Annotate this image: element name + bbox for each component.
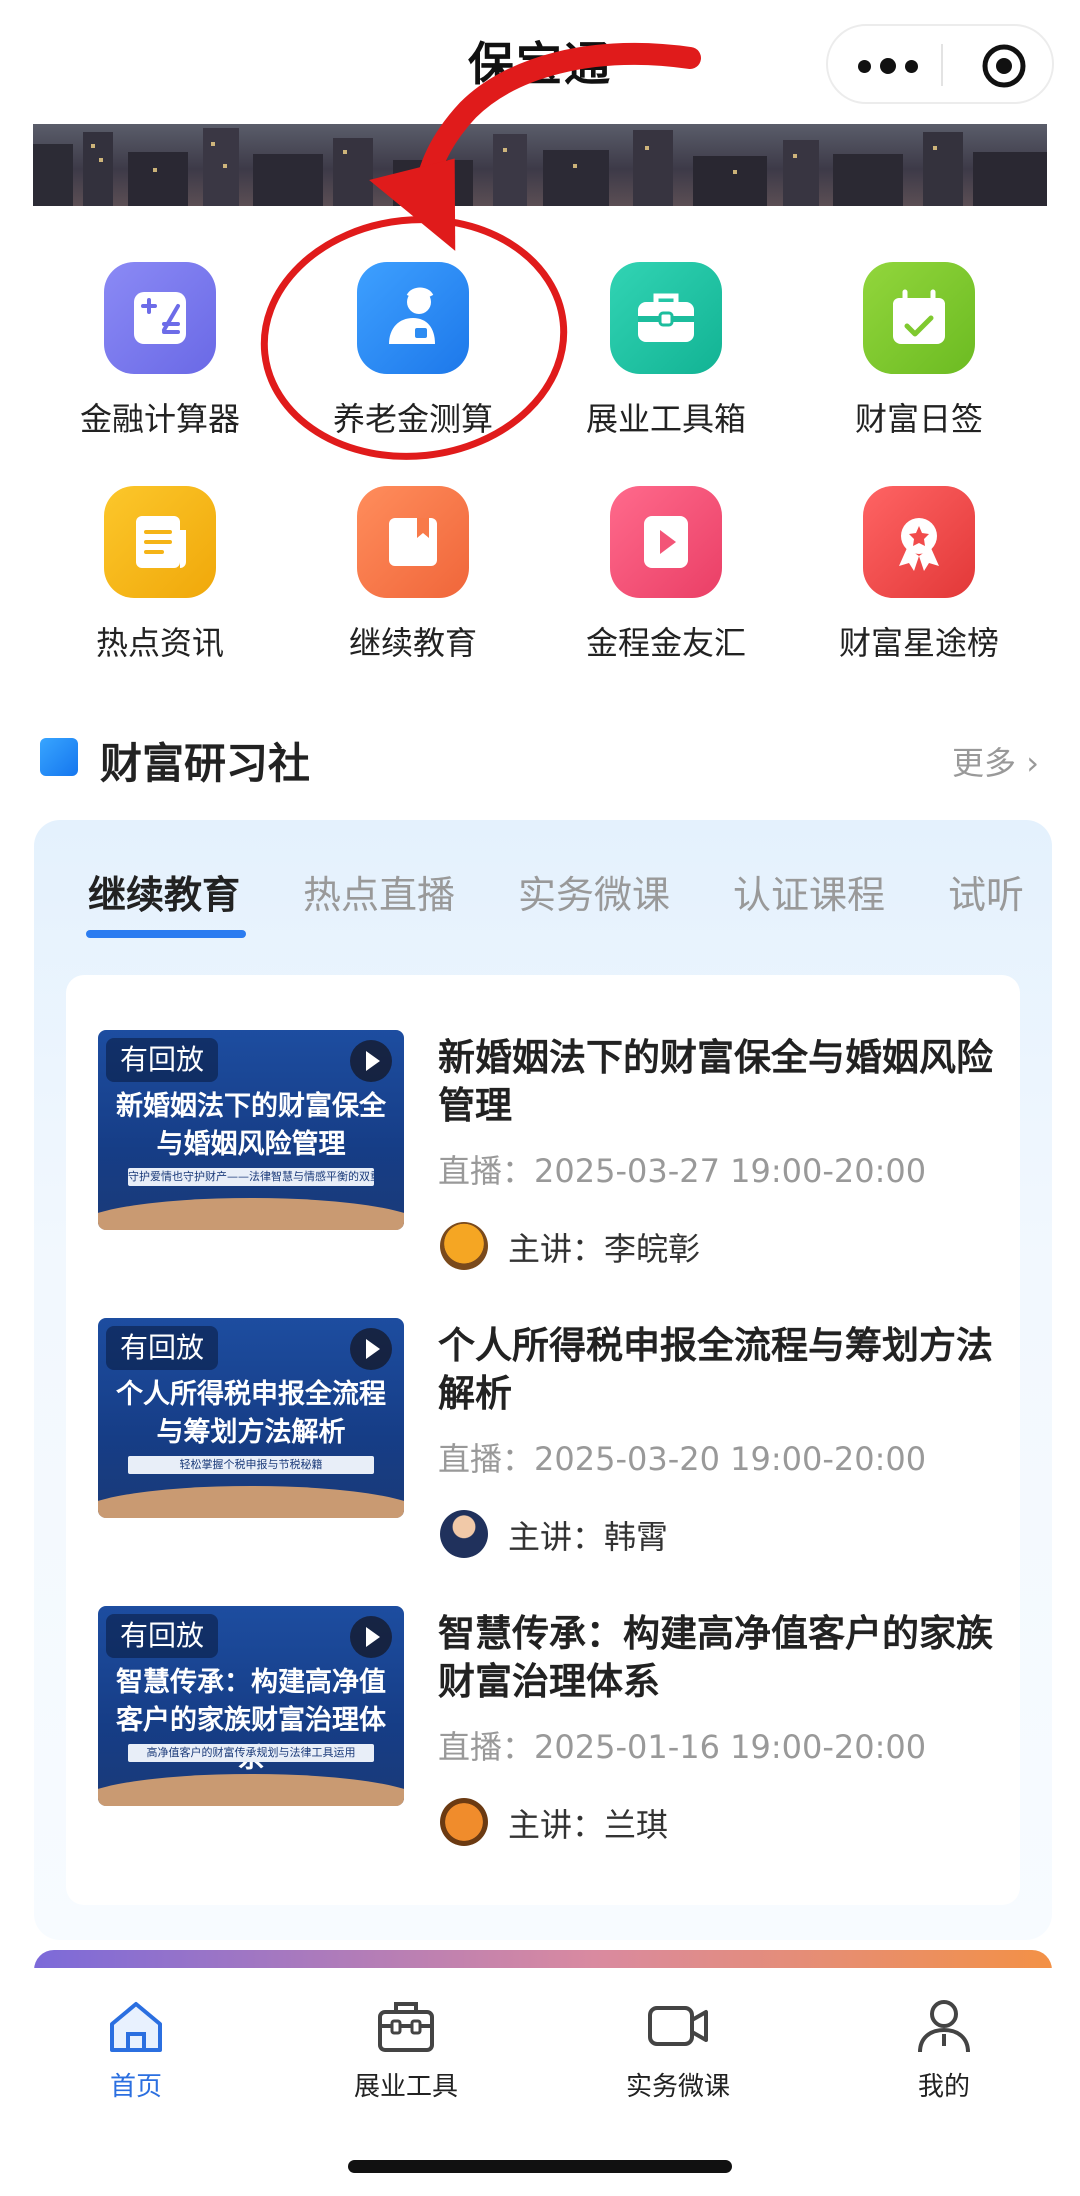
course-title: 智慧传承：构建高净值客户的家族财富治理体系 bbox=[438, 1612, 993, 1703]
grid-item-continuing-education[interactable]: 继续教育 bbox=[313, 486, 513, 664]
course-speaker: 主讲：兰琪 bbox=[508, 1806, 669, 1844]
grid-item-pension-calculation[interactable]: 养老金测算 bbox=[313, 262, 513, 440]
tab-certification-course[interactable]: 认证课程 bbox=[733, 864, 885, 919]
course-item[interactable]: 有回放 新婚姻法下的财富保全与婚姻风险管理 守护爱情也守护财产——法律智慧与情感… bbox=[98, 1030, 993, 1280]
tab-practice-microcourse[interactable]: 实务微课 bbox=[518, 864, 670, 919]
toolbox-icon bbox=[610, 262, 722, 374]
nav-label: 我的 bbox=[917, 2072, 970, 2102]
play-icon bbox=[350, 1040, 392, 1082]
video-camera-icon bbox=[648, 2006, 708, 2046]
thumbnail-subtitle: 轻松掌握个税申报与节税秘籍 bbox=[128, 1456, 374, 1474]
grid-item-label: 展业工具箱 bbox=[585, 400, 746, 438]
more-label: 更多 bbox=[952, 744, 1017, 782]
course-speaker: 主讲：李皖彰 bbox=[508, 1230, 701, 1268]
grid-item-financial-calculator[interactable]: 金融计算器 bbox=[60, 262, 260, 440]
speaker-avatar bbox=[440, 1510, 488, 1558]
thumbnail-wave bbox=[98, 1774, 404, 1806]
replay-badge: 有回放 bbox=[106, 1038, 219, 1082]
grid-item-hot-news[interactable]: 热点资讯 bbox=[60, 486, 260, 664]
course-date: 直播：2025-03-20 19:00-20:00 bbox=[438, 1440, 927, 1478]
course-title: 新婚姻法下的财富保全与婚姻风险管理 bbox=[438, 1036, 993, 1127]
nav-mine[interactable]: 我的 bbox=[844, 1996, 1044, 2103]
nav-microcourse[interactable]: 实务微课 bbox=[578, 1996, 778, 2103]
speaker-avatar bbox=[440, 1798, 488, 1846]
capsule-divider bbox=[941, 44, 943, 86]
close-miniprogram-icon[interactable] bbox=[980, 42, 1028, 90]
grid-item-label: 继续教育 bbox=[348, 624, 477, 662]
play-icon bbox=[610, 486, 722, 598]
pension-person-icon bbox=[357, 262, 469, 374]
nav-label: 首页 bbox=[109, 2072, 162, 2102]
grid-item-toolbox[interactable]: 展业工具箱 bbox=[566, 262, 766, 440]
thumbnail-title: 个人所得税申报全流程与筹划方法解析 bbox=[116, 1379, 386, 1448]
more-link[interactable]: 更多 › bbox=[952, 738, 1039, 784]
nav-tools[interactable]: 展业工具 bbox=[306, 1996, 506, 2103]
grid-item-label: 金程金友汇 bbox=[585, 624, 746, 662]
course-date: 直播：2025-03-27 19:00-20:00 bbox=[438, 1152, 927, 1190]
tab-hot-live[interactable]: 热点直播 bbox=[303, 864, 455, 919]
speaker-avatar bbox=[440, 1222, 488, 1270]
calendar-check-icon bbox=[863, 262, 975, 374]
mini-program-capsule bbox=[826, 24, 1054, 104]
grid-item-label: 财富日签 bbox=[854, 400, 983, 438]
toolbox-icon bbox=[378, 2002, 434, 2052]
calculator-icon bbox=[104, 262, 216, 374]
home-icon bbox=[110, 2002, 162, 2052]
more-menu-icon[interactable] bbox=[858, 46, 918, 86]
award-ribbon-icon bbox=[863, 486, 975, 598]
thumbnail-subtitle: 守护爱情也守护财产——法律智慧与情感平衡的双重法则 bbox=[128, 1168, 374, 1186]
grid-item-label: 热点资讯 bbox=[95, 624, 224, 662]
grid-item-label: 财富星途榜 bbox=[838, 624, 999, 662]
course-thumbnail[interactable]: 有回放 智慧传承：构建高净值客户的家族财富治理体系 高净值客户的财富传承规划与法… bbox=[98, 1606, 404, 1806]
active-tab-indicator bbox=[86, 930, 246, 938]
nav-label: 展业工具 bbox=[353, 2072, 458, 2102]
news-icon bbox=[104, 486, 216, 598]
chevron-right-icon: › bbox=[1016, 744, 1039, 782]
nav-label: 实务微课 bbox=[625, 2072, 730, 2102]
book-icon bbox=[357, 486, 469, 598]
thumbnail-wave bbox=[98, 1486, 404, 1518]
play-icon bbox=[350, 1328, 392, 1370]
user-icon bbox=[918, 2000, 970, 2053]
play-icon bbox=[350, 1616, 392, 1658]
course-thumbnail[interactable]: 有回放 新婚姻法下的财富保全与婚姻风险管理 守护爱情也守护财产——法律智慧与情感… bbox=[98, 1030, 404, 1230]
grid-item-label: 养老金测算 bbox=[332, 400, 493, 438]
course-date: 直播：2025-01-16 19:00-20:00 bbox=[438, 1728, 927, 1766]
course-item[interactable]: 有回放 个人所得税申报全流程与筹划方法解析 轻松掌握个税申报与节税秘籍 个人所得… bbox=[98, 1318, 993, 1568]
thumbnail-title: 新婚姻法下的财富保全与婚姻风险管理 bbox=[116, 1091, 386, 1160]
replay-badge: 有回放 bbox=[106, 1326, 219, 1370]
banner-image[interactable] bbox=[33, 124, 1047, 206]
replay-badge: 有回放 bbox=[106, 1614, 219, 1658]
nav-home[interactable]: 首页 bbox=[36, 1996, 236, 2103]
grid-item-wealth-daily[interactable]: 财富日签 bbox=[819, 262, 1019, 440]
course-title: 个人所得税申报全流程与筹划方法解析 bbox=[438, 1324, 993, 1415]
section-title: 财富研习社 bbox=[100, 739, 311, 788]
city-skyline-image bbox=[33, 128, 1047, 206]
section-icon bbox=[40, 738, 78, 776]
grid-item-label: 金融计算器 bbox=[79, 400, 240, 438]
grid-item-wealth-ranking[interactable]: 财富星途榜 bbox=[819, 486, 1019, 664]
course-item[interactable]: 有回放 智慧传承：构建高净值客户的家族财富治理体系 高净值客户的财富传承规划与法… bbox=[98, 1606, 993, 1856]
home-indicator bbox=[348, 2160, 732, 2173]
tab-continuing-education[interactable]: 继续教育 bbox=[88, 864, 240, 919]
tab-trial[interactable]: 试听 bbox=[948, 864, 1024, 919]
thumbnail-subtitle: 高净值客户的财富传承规划与法律工具运用 bbox=[128, 1744, 374, 1762]
thumbnail-wave bbox=[98, 1198, 404, 1230]
course-speaker: 主讲：韩霄 bbox=[508, 1518, 669, 1556]
course-thumbnail[interactable]: 有回放 个人所得税申报全流程与筹划方法解析 轻松掌握个税申报与节税秘籍 bbox=[98, 1318, 404, 1518]
grid-item-jincheng-club[interactable]: 金程金友汇 bbox=[566, 486, 766, 664]
